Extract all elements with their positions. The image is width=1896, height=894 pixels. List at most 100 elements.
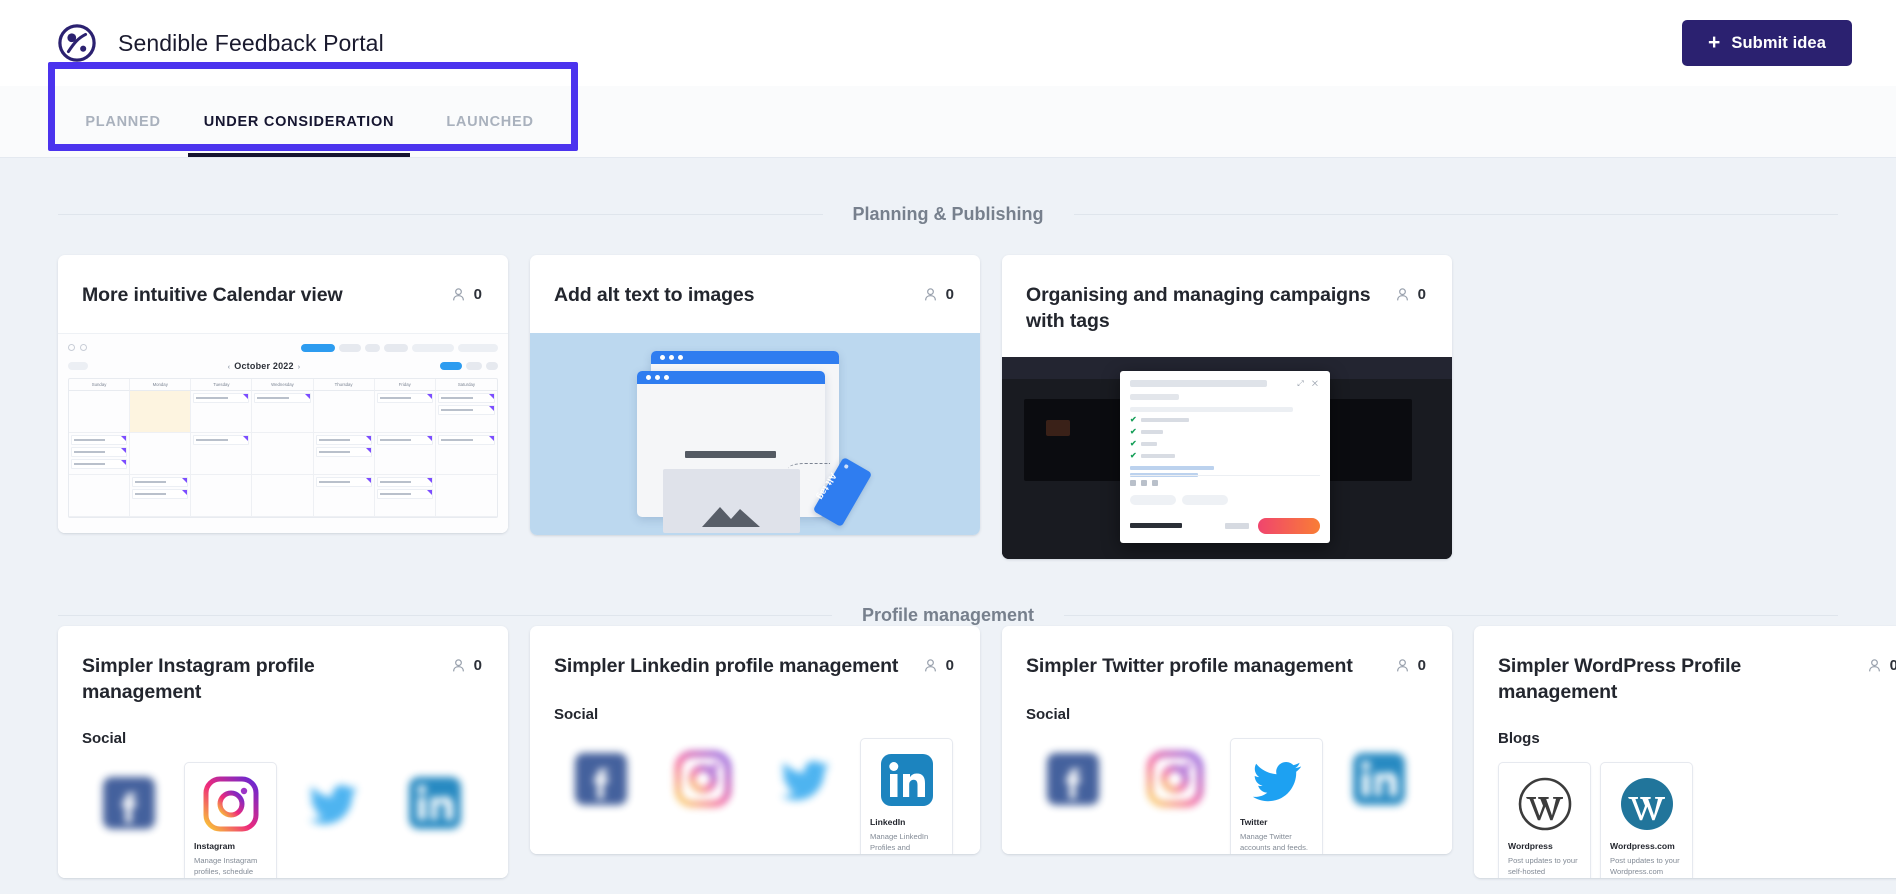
section-header-planning-publishing: Planning & Publishing [58, 204, 1838, 225]
idea-card-wordpress-profile[interactable]: Simpler WordPress Profile management 0 B… [1474, 626, 1896, 878]
calendar-event [316, 447, 372, 457]
today-button [68, 362, 88, 370]
tab-launched[interactable]: LAUNCHED [410, 86, 570, 157]
person-icon [923, 658, 938, 673]
network-tile-linkedin[interactable] [1332, 738, 1425, 854]
calendar-cell [375, 475, 436, 517]
card-header: Add alt text to images 0 [530, 255, 980, 333]
idea-card-instagram-profile[interactable]: Simpler Instagram profile management 0 S… [58, 626, 508, 878]
calendar-cell [314, 433, 375, 475]
vote-count: 0 [1395, 283, 1426, 303]
facebook-icon [101, 775, 157, 831]
vote-count: 0 [1395, 654, 1426, 674]
card-media-profile-picker: Social [1002, 704, 1452, 854]
next-month-icon: › [294, 364, 305, 371]
checklist-item: ✔ [1130, 416, 1320, 424]
tab-planned-label: PLANNED [85, 114, 160, 130]
idea-card-calendar[interactable]: More intuitive Calendar view 0 [58, 255, 508, 533]
network-tile-linkedin[interactable] [388, 762, 481, 878]
calendar-cell [69, 433, 130, 475]
plus-icon: + [1708, 32, 1720, 53]
network-name: Wordpress [1508, 841, 1581, 851]
weekday-wednesday: Wednesday [252, 379, 313, 391]
card-title: Simpler WordPress Profile management [1498, 654, 1855, 706]
window-title-bar [637, 371, 825, 384]
vote-count-value: 0 [474, 286, 482, 303]
network-tile-instagram[interactable] [1128, 738, 1221, 854]
calendar-event [377, 435, 433, 445]
person-icon [1395, 658, 1410, 673]
background-panel [1024, 399, 1124, 481]
calendar-weekday-row: Sunday Monday Tuesday Wednesday Thursday… [69, 379, 497, 391]
idea-card-campaign-tags[interactable]: Organising and managing campaigns with t… [1002, 255, 1452, 559]
calendar-event [254, 393, 310, 403]
person-icon [1395, 287, 1410, 302]
network-tile-facebook[interactable] [554, 738, 647, 854]
divider-right [1074, 214, 1839, 215]
background-accent [1046, 420, 1070, 436]
idea-card-alt-text[interactable]: Add alt text to images 0 [530, 255, 980, 535]
calendar-cell [314, 391, 375, 433]
tab-under-consideration[interactable]: UNDER CONSIDERATION [188, 86, 410, 157]
network-tile-facebook[interactable] [1026, 738, 1119, 854]
network-desc: Post updates to your Wordpress.com blogs… [1610, 855, 1683, 878]
calendar-cell [436, 433, 497, 475]
calendar-cell [191, 433, 252, 475]
calendar-cell [69, 475, 130, 517]
network-tile-wordpress[interactable]: Wordpress Post updates to your self-host… [1498, 762, 1591, 878]
network-tile-linkedin[interactable]: LinkedIn Manage LinkedIn Profiles and Co… [860, 738, 953, 854]
wordpress-com-icon [1619, 776, 1675, 832]
checklist-item: ✔ [1130, 428, 1320, 436]
card-header: Organising and managing campaigns with t… [1002, 255, 1452, 357]
tag-chip [1130, 495, 1176, 505]
network-tile-instagram[interactable]: Instagram Manage Instagram profiles, sch… [184, 762, 277, 878]
calendar-cell [314, 475, 375, 517]
calendar-cell-today [130, 391, 191, 433]
calendar-event [193, 393, 249, 403]
sendible-logo-icon [58, 24, 96, 62]
calendar-cell [130, 475, 191, 517]
app-header: Sendible Feedback Portal + Submit idea [0, 0, 1896, 86]
picker-group-label: Social [1026, 704, 1428, 738]
network-desc: Manage LinkedIn Profiles and Company Pag… [870, 831, 943, 854]
submit-idea-button[interactable]: + Submit idea [1682, 20, 1852, 66]
vote-count: 0 [1867, 654, 1896, 674]
card-title: Simpler Twitter profile management [1026, 654, 1383, 680]
tag-chips [1130, 495, 1228, 505]
card-title: Simpler Instagram profile management [82, 654, 439, 706]
tab-planned[interactable]: PLANNED [58, 86, 188, 157]
campaign-screenshot: ⤢ ✕ ✔ ✔ ✔ ✔ [1002, 357, 1452, 559]
card-title: More intuitive Calendar view [82, 283, 439, 309]
prev-month-icon: ‹ [224, 364, 235, 371]
picker-group-label: Blogs [1498, 728, 1896, 762]
modal-subtitle-skeleton [1130, 394, 1179, 400]
vote-count: 0 [451, 654, 482, 674]
vote-count-value: 0 [946, 286, 954, 303]
network-tiles: LinkedIn Manage LinkedIn Profiles and Co… [554, 738, 956, 854]
card-header: Simpler Linkedin profile management 0 [530, 626, 980, 704]
linkedin-icon [407, 775, 463, 831]
alt-tag-illustration: Alt tag [530, 333, 980, 535]
idea-card-linkedin-profile[interactable]: Simpler Linkedin profile management 0 So… [530, 626, 980, 854]
calendar-cell [252, 433, 313, 475]
card-media-alt-tag: Alt tag [530, 333, 980, 535]
picker-group-label: Social [554, 704, 956, 738]
vote-count-value: 0 [1418, 657, 1426, 674]
wordpress-icon [1517, 776, 1573, 832]
image-icon [1152, 480, 1158, 486]
network-tile-wordpresscom[interactable]: Wordpress.com Post updates to your Wordp… [1600, 762, 1693, 878]
calendar-month-value: October 2022 [234, 361, 293, 371]
network-tile-twitter[interactable]: Twitter Manage Twitter accounts and feed… [1230, 738, 1323, 854]
calendar-event [377, 477, 433, 487]
calendar-cell [375, 433, 436, 475]
link-skeleton [1130, 466, 1214, 470]
network-tile-twitter[interactable] [286, 762, 379, 878]
weekday-tuesday: Tuesday [191, 379, 252, 391]
card-header: Simpler Instagram profile management 0 [58, 626, 508, 728]
network-tile-twitter[interactable] [758, 738, 851, 854]
view-month-button [440, 362, 462, 370]
network-tile-instagram[interactable] [656, 738, 749, 854]
network-tile-facebook[interactable] [82, 762, 175, 878]
idea-card-twitter-profile[interactable]: Simpler Twitter profile management 0 Soc… [1002, 626, 1452, 854]
picker-group-label: Social [82, 728, 484, 762]
